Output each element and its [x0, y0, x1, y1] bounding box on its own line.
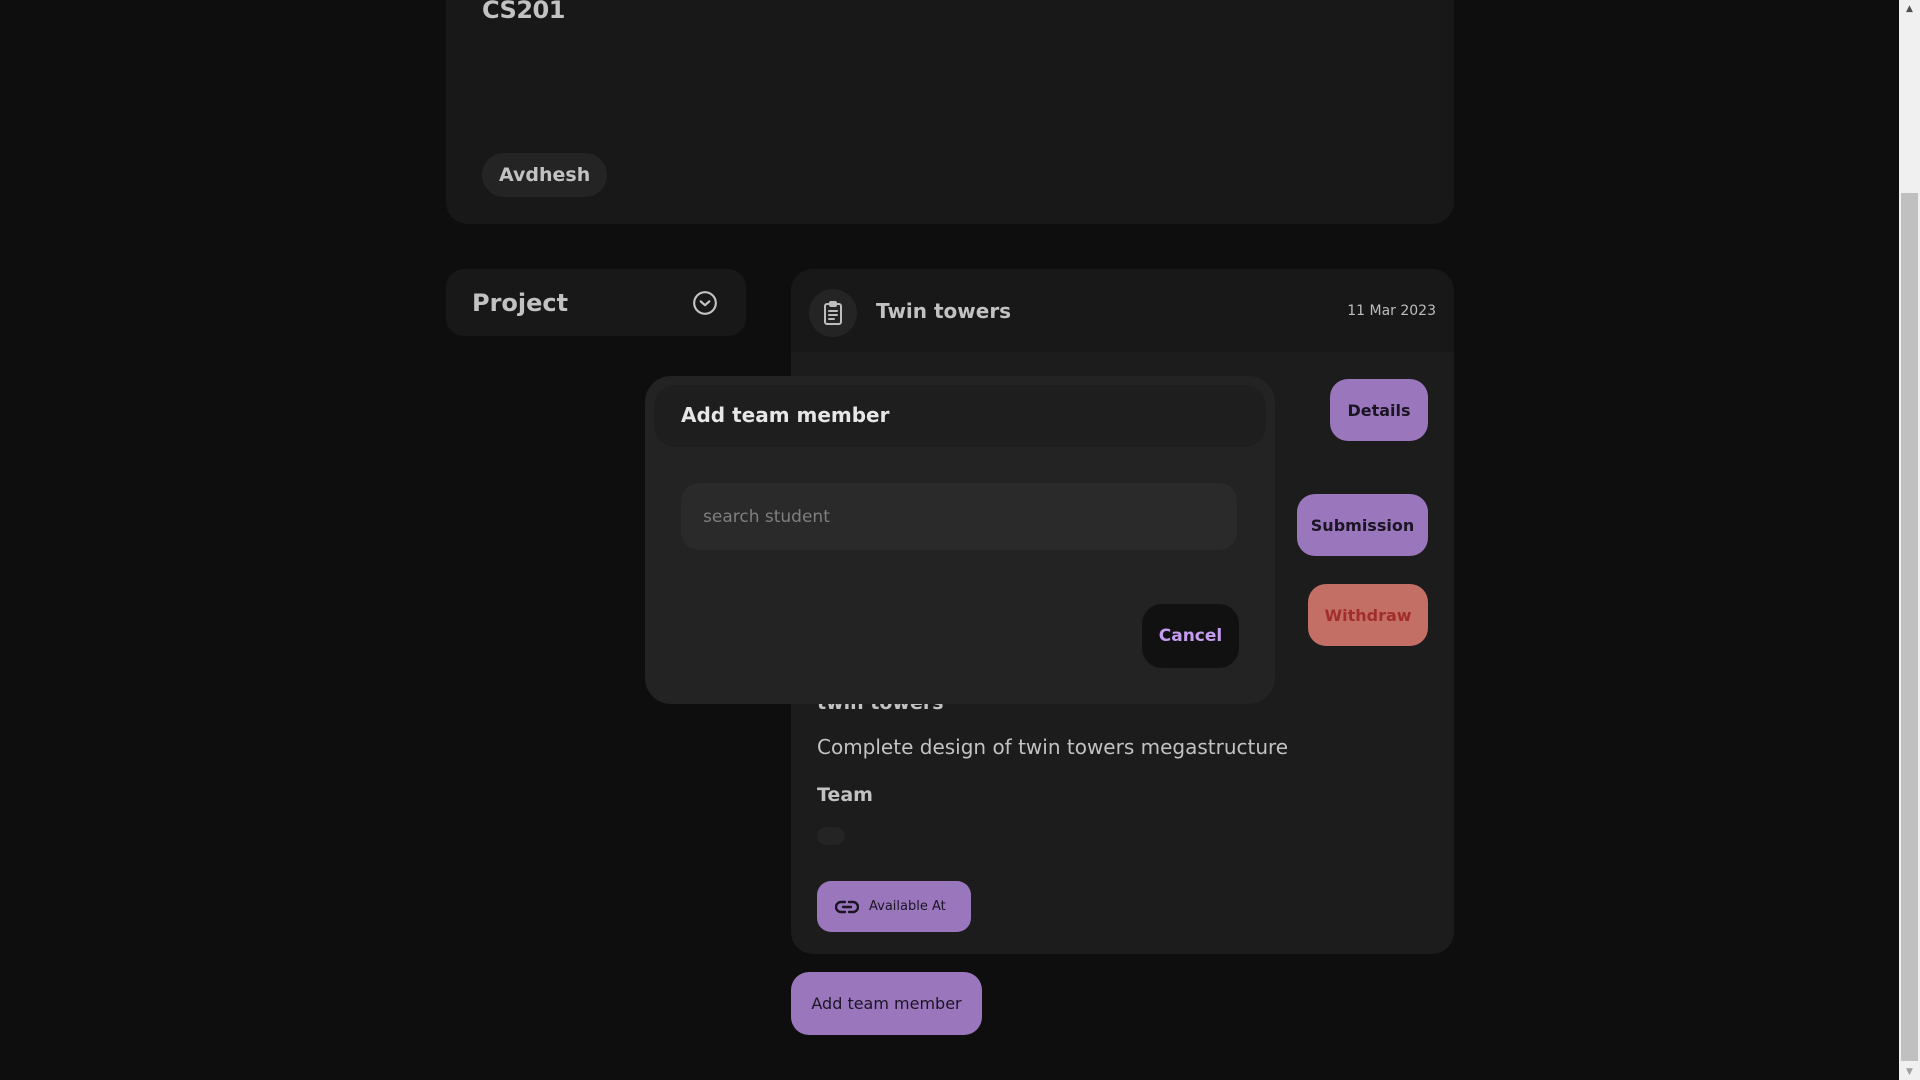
project-description: Complete design of twin towers megastruc… — [817, 735, 1289, 759]
page: CS201 Avdhesh Project Twin towers 11 Mar… — [0, 0, 1899, 1080]
cancel-button[interactable]: Cancel — [1142, 604, 1239, 668]
add-team-member-button[interactable]: Add team member — [791, 972, 982, 1035]
scroll-down-arrow-icon[interactable]: ▼ — [1899, 1063, 1920, 1080]
details-button[interactable]: Details — [1330, 379, 1428, 441]
submission-button[interactable]: Submission — [1297, 494, 1428, 556]
modal-title: Add team member — [681, 403, 890, 427]
project-title: Twin towers — [876, 299, 1012, 323]
project-dropdown[interactable]: Project — [446, 269, 746, 336]
modal-header: Add team member — [654, 385, 1266, 447]
withdraw-button[interactable]: Withdraw — [1308, 584, 1428, 646]
project-dropdown-label: Project — [472, 288, 569, 317]
available-at-label: Available At — [869, 899, 946, 914]
course-card: CS201 Avdhesh — [446, 0, 1454, 224]
team-heading: Team — [817, 784, 873, 806]
teacher-chip: Avdhesh — [482, 153, 608, 197]
clipboard-icon-wrapper — [809, 289, 857, 337]
team-member-chip-empty — [817, 827, 845, 845]
course-code: CS201 — [482, 0, 565, 24]
clipboard-icon — [824, 301, 842, 325]
search-student-input[interactable] — [681, 483, 1237, 550]
vertical-scrollbar[interactable]: ▲ ▼ — [1899, 0, 1920, 1080]
project-date: 11 Mar 2023 — [1347, 303, 1436, 319]
chevron-down-circle-icon — [693, 290, 717, 315]
scroll-up-arrow-icon[interactable]: ▲ — [1899, 0, 1920, 17]
add-team-member-modal: Add team member Cancel — [645, 376, 1275, 704]
link-icon — [835, 900, 859, 913]
project-card-header: Twin towers 11 Mar 2023 — [791, 269, 1454, 352]
available-at-button[interactable]: Available At — [817, 881, 971, 932]
scroll-thumb[interactable] — [1901, 193, 1918, 1061]
